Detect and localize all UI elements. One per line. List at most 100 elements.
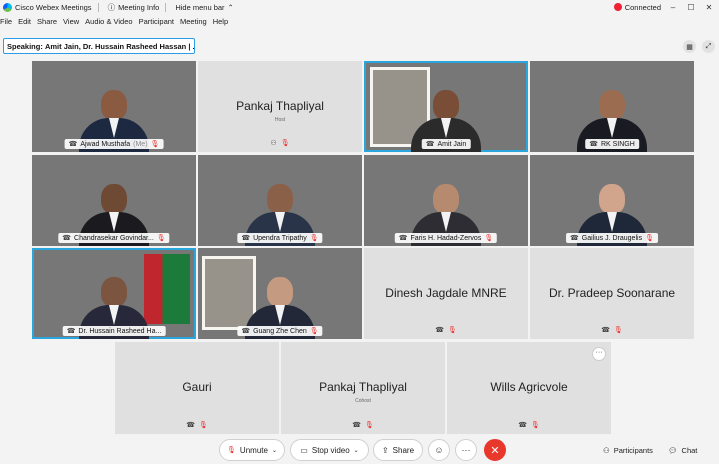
mic-muted-icon: 🎙︎ — [227, 447, 236, 454]
participant-tile[interactable]: ☎ Gailius J. Draugelis 🎙︎ — [530, 155, 694, 246]
title-bar: Cisco Webex Meetings ⓘ Meeting Info Hide… — [0, 0, 719, 14]
audio-icon: ☎ — [62, 235, 72, 242]
participant-name-tag: ☎ Chandrasekar Govindar... 🎙︎ — [58, 233, 170, 243]
reactions-button[interactable]: ☺ — [428, 439, 450, 461]
fullscreen-icon[interactable]: ⤢ — [702, 40, 715, 53]
participant-name: Wills Agricvole — [490, 380, 568, 394]
mic-muted-icon: 🎙︎ — [645, 235, 654, 242]
maximize-icon[interactable]: ☐ — [685, 3, 697, 12]
minimize-icon[interactable]: – — [667, 3, 679, 12]
me-label: (Me) — [133, 140, 148, 148]
mic-muted-icon: 🎙︎ — [484, 235, 494, 242]
speaking-indicator[interactable]: Speaking: Amit Jain, Dr. Hussain Rasheed… — [3, 38, 195, 54]
participant-tile[interactable]: ··· Wills Agricvole ☎ 🎙︎ — [447, 342, 611, 434]
participant-name-tag: ☎ Amit Jain — [421, 139, 471, 149]
participant-tile[interactable]: Dinesh Jagdale MNRE ☎ 🎙︎ — [364, 248, 528, 339]
meeting-info-button[interactable]: ⓘ Meeting Info — [108, 2, 160, 13]
smiley-icon: ☺ — [434, 445, 444, 455]
mic-muted-icon: 🎙︎ — [364, 422, 374, 429]
mic-muted-icon: 🎙︎ — [198, 422, 208, 429]
menu-share[interactable]: Share — [37, 17, 57, 29]
leave-button[interactable]: ✕ — [484, 439, 506, 461]
connection-status[interactable]: Connected — [613, 2, 661, 12]
participant-status: ⚇ 🎙︎ — [198, 139, 362, 147]
chevron-down-icon: ⌄ — [271, 447, 277, 454]
share-icon: ⇪ — [381, 445, 389, 455]
participant-tile[interactable]: ☎ Amit Jain — [364, 61, 528, 152]
participant-tile[interactable]: ☎ Dr. Hussain Rasheed Ha... — [32, 248, 196, 339]
menu-help[interactable]: Help — [213, 17, 228, 29]
participant-name-tag: ☎ Gailius J. Draugelis 🎙︎ — [566, 233, 658, 243]
stop-video-button[interactable]: ▭ Stop video ⌄ — [290, 439, 369, 461]
audio-icon: ☎ — [241, 235, 251, 242]
participant-name: Chandrasekar Govindar... — [74, 234, 154, 242]
mic-muted-icon: 🎙︎ — [309, 235, 319, 242]
meeting-controls: 🎙︎ Unmute ⌄ ▭ Stop video ⌄ ⇪ Share ☺ ···… — [0, 437, 719, 464]
webex-logo-icon — [3, 2, 12, 12]
close-icon: ✕ — [490, 444, 500, 457]
divider — [97, 2, 99, 12]
webex-window: Cisco Webex Meetings ⓘ Meeting Info Hide… — [0, 0, 719, 464]
participant-tile[interactable]: ☎ Upendra Tripathy 🎙︎ — [198, 155, 362, 246]
audio-icon: ☎ — [570, 235, 579, 242]
menu-file[interactable]: File — [0, 17, 12, 29]
menu-meeting[interactable]: Meeting — [180, 17, 207, 29]
more-icon: ··· — [461, 445, 471, 455]
connection-label: Connected — [624, 2, 661, 12]
participant-status: ☎ 🎙︎ — [447, 421, 611, 429]
grid-layout-icon[interactable]: ▦ — [683, 40, 696, 53]
participant-tile[interactable]: Dr. Pradeep Soonarane ☎ 🎙︎ — [530, 248, 694, 339]
participant-tile[interactable]: ☎ RK SINGH — [530, 61, 694, 152]
participant-tile[interactable]: ☎ Ajwad Musthafa (Me) 🎙︎ — [32, 61, 196, 152]
participant-name-tag: ☎ Dr. Hussain Rasheed Ha... — [62, 326, 166, 336]
chat-button[interactable]: 💬︎ Chat — [668, 442, 697, 458]
audio-icon: ☎ — [352, 422, 361, 429]
participant-name: Dr. Pradeep Soonarane — [548, 286, 676, 300]
unmute-button[interactable]: 🎙︎ Unmute ⌄ — [219, 439, 285, 461]
menu-participant[interactable]: Participant — [139, 17, 174, 29]
participant-tile[interactable]: ☎ Guang Zhe Chen 🎙︎ — [198, 248, 362, 339]
meeting-info-label: Meeting Info — [118, 2, 160, 12]
participant-status: ☎ 🎙︎ — [281, 421, 445, 429]
chevron-up-icon: ⌃ — [227, 2, 234, 12]
more-options-icon[interactable]: ··· — [592, 347, 606, 361]
audio-icon: ☎ — [425, 141, 435, 148]
menu-bar: File Edit Share View Audio & Video Parti… — [0, 17, 234, 29]
participant-name: Upendra Tripathy — [253, 234, 307, 242]
audio-icon: ☎ — [601, 327, 610, 334]
chat-icon: 💬︎ — [668, 445, 678, 455]
participant-status: ☎ 🎙︎ — [115, 421, 279, 429]
participant-name: Pankaj Thapliyal — [236, 99, 324, 113]
participant-name: Dr. Hussain Rasheed Ha... — [78, 327, 162, 335]
participant-name: Ajwad Musthafa — [80, 140, 131, 148]
share-button[interactable]: ⇪ Share — [373, 439, 423, 461]
participant-name: Amit Jain — [437, 140, 467, 148]
more-button[interactable]: ··· — [455, 439, 477, 461]
participant-name: Gailius J. Draugelis — [581, 234, 643, 242]
participant-tile[interactable]: Pankaj Thapliyal Host ⚇ 🎙︎ — [198, 61, 362, 152]
host-icon: ⚇ — [270, 140, 277, 147]
participant-name: Pankaj Thapliyal — [319, 380, 407, 394]
participant-name-tag: ☎ Faris H. Hadad-Zervos 🎙︎ — [394, 233, 498, 243]
menu-edit[interactable]: Edit — [18, 17, 31, 29]
participants-button[interactable]: ⚇ Participants — [603, 442, 653, 458]
window-controls: Connected – ☐ ✕ — [611, 0, 715, 14]
audio-icon: ☎ — [398, 235, 408, 242]
participants-icon: ⚇ — [603, 445, 610, 455]
close-icon[interactable]: ✕ — [703, 3, 715, 12]
stop-video-label: Stop video — [311, 445, 350, 455]
participant-tile[interactable]: Pankaj Thapliyal Cohost ☎ 🎙︎ — [281, 342, 445, 434]
menu-view[interactable]: View — [63, 17, 79, 29]
participant-tile[interactable]: ☎ Faris H. Hadad-Zervos 🎙︎ — [364, 155, 528, 246]
hide-menu-label: Hide menu bar — [175, 2, 225, 12]
hide-menu-bar-button[interactable]: Hide menu bar ⌃ — [175, 3, 234, 12]
menu-audio-video[interactable]: Audio & Video — [85, 17, 132, 29]
connection-icon — [613, 3, 622, 11]
audio-icon: ☎ — [66, 328, 76, 335]
audio-icon: ☎ — [241, 328, 251, 335]
divider — [165, 2, 167, 12]
audio-icon: ☎ — [518, 422, 527, 429]
speaking-label: Speaking: — [7, 41, 43, 51]
participant-tile[interactable]: ☎ Chandrasekar Govindar... 🎙︎ — [32, 155, 196, 246]
participant-tile[interactable]: Gauri ☎ 🎙︎ — [115, 342, 279, 434]
